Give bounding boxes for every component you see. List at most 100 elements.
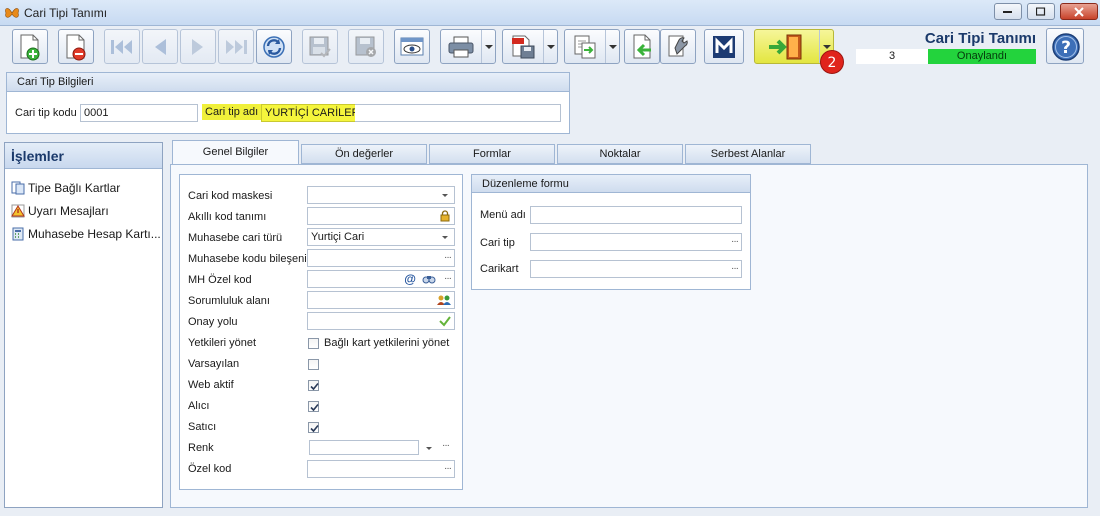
- exit-door-icon: [769, 34, 802, 59]
- preview-button[interactable]: [394, 29, 430, 64]
- mask-combo[interactable]: [307, 186, 455, 204]
- minimize-button[interactable]: [994, 3, 1022, 20]
- buyer-label: Alıcı: [188, 400, 210, 412]
- title-bar: Cari Tipi Tanımı: [0, 0, 1100, 26]
- first-icon: [111, 39, 132, 54]
- svg-text:?: ?: [1061, 38, 1071, 58]
- maximize-icon: [1036, 7, 1046, 16]
- code-input[interactable]: 0001: [80, 104, 198, 122]
- print-button[interactable]: [440, 29, 496, 64]
- left-item-label: Uyarı Mesajları: [28, 204, 109, 218]
- close-button[interactable]: [1060, 3, 1098, 20]
- ellipsis-icon[interactable]: ···: [442, 440, 450, 451]
- default-checkbox[interactable]: [308, 359, 319, 370]
- seller-checkbox[interactable]: [308, 422, 319, 433]
- cari-card-label: Carikart: [480, 263, 519, 275]
- linked-perm-label: Bağlı kart yetkilerini yönet: [324, 337, 450, 349]
- document-transfer-icon: [574, 35, 596, 58]
- responsibility-input[interactable]: [307, 291, 455, 309]
- buyer-checkbox[interactable]: [308, 401, 319, 412]
- manage-perm-label: Yetkileri yönet: [188, 337, 257, 349]
- tab-defaults[interactable]: Ön değerler: [301, 144, 427, 164]
- delete-button[interactable]: [58, 29, 94, 64]
- checkmark-icon: [310, 403, 319, 412]
- tools-button[interactable]: [660, 29, 696, 64]
- at-icon[interactable]: @: [404, 271, 416, 287]
- cari-card-input[interactable]: ···: [530, 260, 742, 278]
- maximize-button[interactable]: [1027, 3, 1055, 20]
- ellipsis-icon[interactable]: ···: [444, 250, 452, 266]
- mh-code-input[interactable]: @ ···: [307, 270, 455, 288]
- chevron-down-icon: [442, 194, 448, 197]
- tab-general[interactable]: Genel Bilgiler: [172, 140, 299, 165]
- smart-code-label: Akıllı kod tanımı: [188, 211, 267, 223]
- name-input[interactable]: YURTİÇİ CARİLER: [261, 104, 357, 122]
- acc-type-combo[interactable]: Yurtiçi Cari: [307, 228, 455, 246]
- save-button[interactable]: [302, 29, 338, 64]
- help-button[interactable]: ?: [1046, 28, 1084, 64]
- group-title: Cari Tip Bilgileri: [7, 73, 569, 92]
- new-button[interactable]: [12, 29, 48, 64]
- edit-form-group: Düzenleme formu Menü adı Cari tip ··· Ca…: [471, 174, 751, 290]
- next-icon: [192, 38, 203, 55]
- help-icon: ?: [1052, 33, 1080, 61]
- name-input-rest[interactable]: [355, 104, 561, 122]
- lock-icon: [440, 210, 450, 222]
- special-code-label: Özel kod: [188, 463, 232, 475]
- ellipsis-icon[interactable]: ···: [731, 234, 739, 250]
- new-document-icon: [20, 34, 40, 60]
- transfer-button[interactable]: [564, 29, 620, 64]
- previous-record-button[interactable]: [142, 29, 178, 64]
- approval-input[interactable]: [307, 312, 455, 330]
- acc-type-label: Muhasebe cari türü: [188, 232, 283, 244]
- menu-name-input[interactable]: [530, 206, 742, 224]
- special-code-input[interactable]: ···: [307, 460, 455, 478]
- left-item-accounting[interactable]: Muhasebe Hesap Kartı...: [11, 227, 161, 245]
- left-item-linked-cards[interactable]: Tipe Bağlı Kartlar: [11, 181, 120, 199]
- operations-panel: İşlemler Tipe Bağlı Kartlar Uyarı Mesajl…: [4, 142, 163, 508]
- save-close-button[interactable]: [348, 29, 384, 64]
- butterfly-icon: [5, 8, 19, 18]
- save-close-icon: [355, 36, 376, 57]
- chevron-down-icon[interactable]: [426, 447, 432, 450]
- transfer-dropdown-arrow[interactable]: [605, 30, 619, 63]
- binoculars-icon[interactable]: [422, 273, 436, 285]
- export-pdf-button[interactable]: [502, 29, 558, 64]
- eye-preview-icon: [400, 37, 424, 55]
- pdf-save-icon: [512, 35, 535, 58]
- smart-code-input[interactable]: [307, 207, 455, 225]
- refresh-button[interactable]: [256, 29, 292, 64]
- status-badge: Onaylandı: [928, 49, 1036, 64]
- linked-perm-checkbox[interactable]: [308, 338, 319, 349]
- printer-icon: [448, 36, 474, 57]
- calculator-icon: [12, 227, 24, 241]
- check-icon[interactable]: [439, 315, 451, 327]
- cari-type-input[interactable]: ···: [530, 233, 742, 251]
- first-record-button[interactable]: [104, 29, 140, 64]
- m-button[interactable]: [704, 29, 744, 64]
- document-title: Cari Tipi Tanımı: [924, 30, 1036, 47]
- web-active-checkbox[interactable]: [308, 380, 319, 391]
- pdf-dropdown-arrow[interactable]: [543, 30, 557, 63]
- tab-free-fields[interactable]: Serbest Alanlar: [685, 144, 811, 164]
- left-item-warnings[interactable]: Uyarı Mesajları: [11, 204, 109, 222]
- ellipsis-icon[interactable]: ···: [444, 461, 452, 477]
- tab-forms[interactable]: Formlar: [429, 144, 555, 164]
- warning-icon: [11, 204, 25, 218]
- color-picker[interactable]: [309, 440, 419, 455]
- next-record-button[interactable]: [180, 29, 216, 64]
- last-record-button[interactable]: [218, 29, 254, 64]
- checkmark-icon: [310, 382, 319, 391]
- responsibility-label: Sorumluluk alanı: [188, 295, 270, 307]
- operations-title: İşlemler: [5, 143, 162, 169]
- import-button[interactable]: [624, 29, 660, 64]
- ellipsis-icon[interactable]: ···: [444, 271, 452, 287]
- tab-points[interactable]: Noktalar: [557, 144, 683, 164]
- cari-tip-info-group: Cari Tip Bilgileri Cari tip kodu 0001 Ca…: [6, 72, 570, 134]
- ellipsis-icon[interactable]: ···: [731, 261, 739, 277]
- save-icon: [309, 36, 331, 57]
- users-icon[interactable]: [437, 294, 451, 306]
- print-dropdown-arrow[interactable]: [481, 30, 495, 63]
- acc-component-input[interactable]: ···: [307, 249, 455, 267]
- name-label: Cari tip adı: [202, 104, 262, 120]
